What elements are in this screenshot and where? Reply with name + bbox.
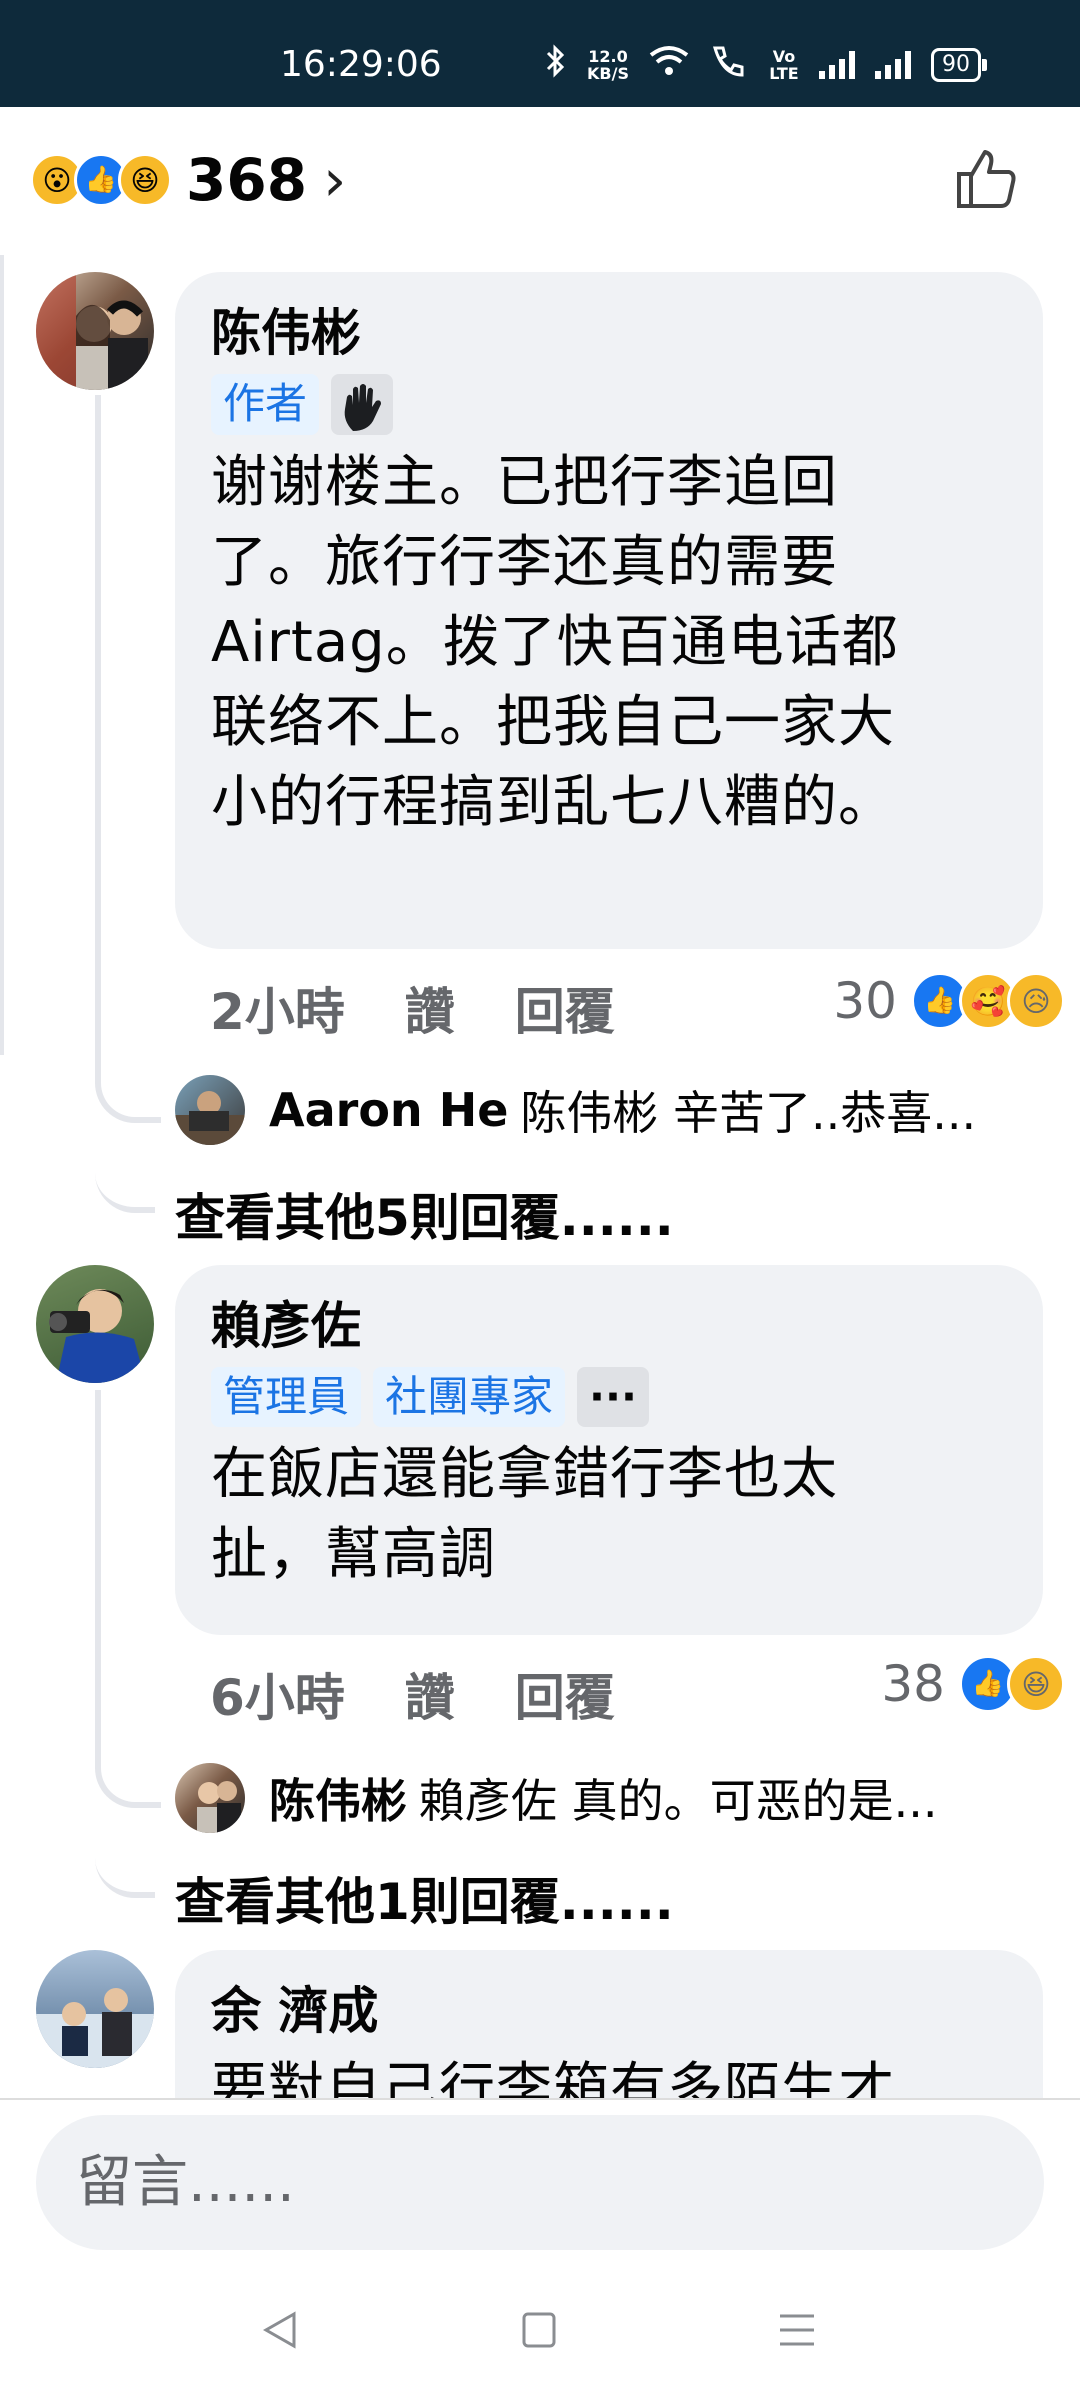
comment-line: 了。旅行行李还真的需要 <box>211 529 838 595</box>
view-more-replies-link[interactable]: 查看其他5則回覆...... <box>175 1178 674 1250</box>
comment-line: 要對自己行李箱有多陌生才 <box>211 2057 895 2098</box>
back-nav-icon[interactable] <box>262 2310 298 2354</box>
reply-preview[interactable]: 陈伟彬 賴彥佐 真的。可恶的是... <box>175 1763 938 1833</box>
reply-button[interactable]: 回覆 <box>515 972 615 1044</box>
haha-reaction-icon: 😆 <box>118 153 172 207</box>
avatar <box>175 1075 245 1145</box>
reaction-count: 30 <box>833 972 897 1030</box>
comment-author[interactable]: 陈伟彬 <box>211 298 1007 368</box>
comment-author[interactable]: 賴彥佐 <box>211 1291 1007 1361</box>
comment-line: 联络不上。把我自己一家大 <box>211 689 895 755</box>
thumbs-up-icon[interactable] <box>955 148 1017 210</box>
avatar <box>175 1763 245 1833</box>
group-expert-badge: 社團專家 <box>373 1367 566 1427</box>
badge-row: 作者 <box>211 374 1007 435</box>
comment-bubble[interactable]: 陈伟彬 作者 谢谢楼主。已把行李追回 了。旅行行李还真的需要 Airtag。拨了… <box>175 272 1043 949</box>
reply-text: 賴彥佐 真的。可恶的是... <box>419 1774 938 1828</box>
comment-text: 在飯店還能拿錯行李也太 扯，幫高調 <box>211 1435 1007 1595</box>
admin-badge: 管理員 <box>211 1367 362 1427</box>
reaction-summary[interactable]: 😮 👍 😆 368 › <box>30 140 346 220</box>
comment-reactions[interactable]: 30 👍 🥰 😥 <box>833 972 1065 1030</box>
bluetooth-icon <box>545 44 567 86</box>
comment-line: 小的行程搞到乱七八糟的。 <box>211 769 895 835</box>
more-badges-button[interactable]: ··· <box>577 1367 649 1427</box>
badge-row: 管理員 社團專家 ··· <box>211 1367 1007 1427</box>
comment-input[interactable]: 留言...... <box>36 2115 1044 2250</box>
comment-time: 6小時 <box>210 1669 345 1727</box>
comment-actions: 2小時 讚 回覆 <box>210 972 615 1044</box>
signal-icon-2 <box>874 51 911 79</box>
haha-reaction-icon: 😆 <box>1007 1655 1065 1713</box>
signal-icon <box>818 51 855 79</box>
status-bar: 16:29:06 12.0 KB/S Vo LTE 90 <box>0 0 1080 107</box>
status-time: 16:29:06 <box>280 44 442 85</box>
reply-text: 陈伟彬 辛苦了..恭喜... <box>520 1086 977 1140</box>
thread-line <box>95 1117 155 1213</box>
comment-line: 在飯店還能拿錯行李也太 <box>211 1442 838 1507</box>
author-badge: 作者 <box>211 374 320 435</box>
call-icon <box>709 44 749 86</box>
sad-reaction-icon: 😥 <box>1007 972 1065 1030</box>
comment-line: 谢谢楼主。已把行李追回 <box>211 449 838 515</box>
volte-indicator: Vo LTE <box>769 47 799 83</box>
reply-button[interactable]: 回覆 <box>515 1658 615 1730</box>
comment-text: 谢谢楼主。已把行李追回 了。旅行行李还真的需要 Airtag。拨了快百通电话都 … <box>211 443 1007 843</box>
comment-line: 扯，幫高調 <box>211 1522 496 1587</box>
battery-icon: 90 <box>930 48 987 82</box>
chevron-right-icon: › <box>323 146 347 214</box>
speed-unit: KB/S <box>587 64 629 83</box>
comment-text: 要對自己行李箱有多陌生才 <box>211 2050 1007 2098</box>
menu-nav-icon[interactable] <box>778 2310 816 2354</box>
like-button[interactable]: 讚 <box>405 972 455 1044</box>
like-button[interactable]: 讚 <box>405 1658 455 1730</box>
reaction-count: 368 <box>186 146 308 214</box>
wifi-icon <box>649 45 689 85</box>
network-speed: 12.0 KB/S <box>587 48 629 82</box>
avatar[interactable] <box>36 272 154 390</box>
thread-line <box>95 1390 161 1808</box>
comment-actions: 6小時 讚 回覆 <box>210 1658 615 1730</box>
reply-author[interactable]: Aaron He <box>269 1083 508 1137</box>
comment-bubble[interactable]: 賴彥佐 管理員 社團專家 ··· 在飯店還能拿錯行李也太 扯，幫高調 <box>175 1265 1043 1635</box>
comment-reactions[interactable]: 38 👍 😆 <box>881 1655 1065 1713</box>
status-icons: 12.0 KB/S Vo LTE 90 <box>545 44 987 86</box>
avatar[interactable] <box>36 1950 154 2068</box>
comment-author[interactable]: 余 濟成 <box>211 1976 1007 2046</box>
reply-author[interactable]: 陈伟彬 <box>269 1765 407 1831</box>
home-nav-icon[interactable] <box>521 2310 557 2354</box>
thread-line <box>95 395 161 1123</box>
scroll-edge <box>0 255 4 1055</box>
wave-icon <box>331 374 394 435</box>
reply-preview[interactable]: Aaron He 陈伟彬 辛苦了..恭喜... <box>175 1075 976 1145</box>
view-more-replies-link[interactable]: 查看其他1則回覆...... <box>175 1862 674 1934</box>
reaction-count: 38 <box>881 1655 945 1713</box>
system-nav-bar <box>0 2255 1080 2400</box>
avatar[interactable] <box>36 1265 154 1383</box>
thread-line <box>95 1802 155 1898</box>
comment-bubble[interactable]: 余 濟成 要對自己行李箱有多陌生才 <box>175 1950 1043 2098</box>
comment-line: Airtag。拨了快百通电话都 <box>211 609 899 675</box>
comment-time: 2小時 <box>210 983 345 1041</box>
